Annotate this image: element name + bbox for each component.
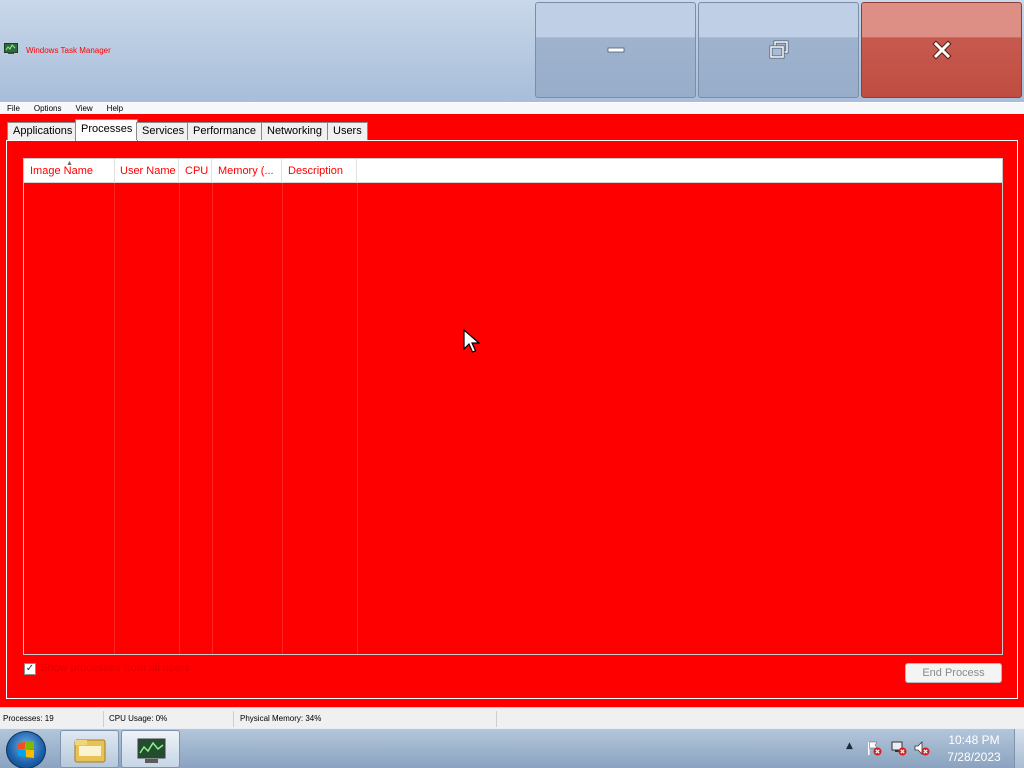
column-divider — [179, 183, 180, 655]
volume-muted-icon[interactable] — [914, 740, 930, 756]
task-manager-taskbar-icon — [137, 738, 166, 763]
start-button[interactable] — [6, 731, 46, 768]
tray-expand-icon[interactable]: ▲ — [846, 741, 853, 751]
restore-button[interactable] — [698, 2, 859, 98]
taskbar-explorer-button[interactable] — [60, 730, 119, 768]
column-divider — [282, 183, 283, 655]
column-cpu[interactable]: CPU — [179, 159, 212, 183]
column-image-name[interactable]: ▲ Image Name — [24, 159, 115, 183]
sort-ascending-icon: ▲ — [66, 160, 73, 167]
column-description[interactable]: Description — [282, 159, 357, 183]
column-divider — [114, 183, 115, 655]
menu-file[interactable]: File — [0, 103, 27, 114]
menu-options[interactable]: Options — [27, 103, 69, 114]
column-memory[interactable]: Memory (... — [212, 159, 282, 183]
clock-time[interactable]: 10:48 PM — [934, 733, 1014, 747]
network-icon[interactable] — [891, 740, 907, 756]
tab-services[interactable]: Services — [136, 122, 191, 140]
explorer-folder-icon — [74, 739, 106, 763]
menu-bar: File Options View Help — [0, 102, 1024, 114]
column-divider — [212, 183, 213, 655]
show-all-users-label: Show processes from all users — [40, 662, 190, 674]
action-center-flag-icon[interactable] — [866, 740, 882, 756]
close-button[interactable] — [861, 2, 1022, 98]
task-manager-app-icon — [4, 43, 18, 54]
status-processes: Processes: 19 — [0, 711, 104, 727]
column-user-name[interactable]: User Name — [114, 159, 179, 183]
column-image-name-label: Image Name — [30, 165, 93, 177]
process-list[interactable]: ▲ Image Name User Name CPU Memory (... D… — [23, 158, 1003, 655]
status-bar: Processes: 19 CPU Usage: 0% Physical Mem… — [0, 707, 1024, 728]
restore-icon — [769, 40, 788, 59]
close-icon — [931, 40, 952, 60]
clock-date[interactable]: 7/28/2023 — [934, 750, 1014, 764]
show-all-users-checkbox[interactable]: ✓ — [24, 663, 36, 675]
menu-view[interactable]: View — [68, 103, 99, 114]
tab-users[interactable]: Users — [327, 122, 368, 140]
status-memory: Physical Memory: 34% — [237, 711, 497, 727]
menu-help[interactable]: Help — [100, 103, 130, 114]
taskbar-task-manager-button[interactable] — [121, 730, 180, 768]
tab-processes[interactable]: Processes — [75, 119, 139, 141]
column-header-row: ▲ Image Name User Name CPU Memory (... D… — [24, 159, 1002, 183]
windows-start-icon — [18, 741, 34, 758]
minimize-button[interactable] — [535, 2, 696, 98]
mouse-cursor — [463, 329, 481, 353]
status-cpu: CPU Usage: 0% — [106, 711, 234, 727]
minimize-icon — [607, 47, 624, 53]
window-title: Windows Task Manager — [26, 46, 111, 55]
tab-performance[interactable]: Performance — [187, 122, 262, 140]
show-desktop-button[interactable] — [1014, 729, 1024, 768]
column-divider — [357, 183, 358, 655]
end-process-button[interactable]: End Process — [905, 663, 1002, 683]
tab-applications[interactable]: Applications — [7, 122, 79, 140]
tab-networking[interactable]: Networking — [261, 122, 329, 140]
